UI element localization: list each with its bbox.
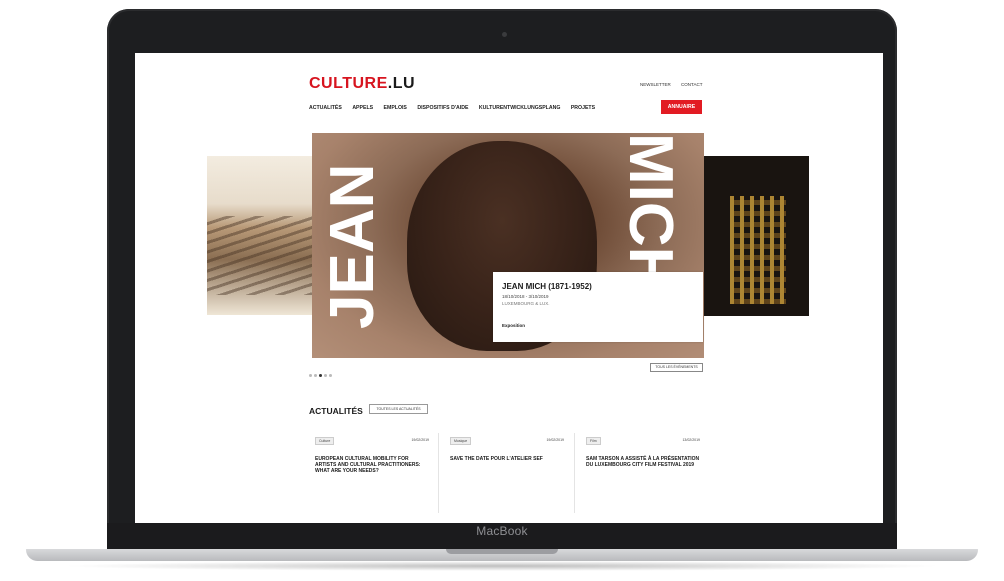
laptop-notch — [446, 549, 558, 554]
nav-item-emplois[interactable]: EMPLOIS — [384, 105, 407, 111]
audience-image — [207, 216, 313, 295]
card-divider — [574, 433, 575, 513]
textile-image — [730, 196, 786, 304]
top-links: NEWSLETTER CONTACT — [640, 82, 711, 87]
news-card[interactable]: Culture 19/02/2019 EUROPEAN CULTURAL MOB… — [309, 433, 435, 519]
slide-title: JEAN MICH (1871-1952) — [502, 282, 592, 291]
site-logo[interactable]: CULTURE.LU — [309, 75, 415, 93]
nav-item-actualites[interactable]: ACTUALITÉS — [309, 105, 342, 111]
news-category-badge: Film — [586, 437, 601, 445]
main-nav: ACTUALITÉS APPELS EMPLOIS DISPOSITIFS D'… — [309, 100, 702, 114]
carousel-dot[interactable] — [324, 374, 327, 377]
slide-dates: 18/10/2018 - 3/10/2019 — [502, 294, 549, 299]
news-card[interactable]: Film 13/02/2019 SAM TARSON A ASSISTÉ À L… — [580, 433, 706, 519]
slide-category: Exposition — [502, 323, 526, 328]
slide-place: LUXEMBOURG & LUX. — [502, 301, 550, 306]
annuaire-button[interactable]: ANNUAIRE — [661, 100, 702, 114]
nav-item-kep[interactable]: KULTURENTWICKLUNGSPLANG — [479, 105, 560, 111]
slide-next-image[interactable] — [704, 156, 809, 316]
carousel-dot[interactable] — [329, 374, 332, 377]
slide-headline-left: JEAN — [318, 163, 387, 329]
slide-caption-card[interactable]: JEAN MICH (1871-1952) 18/10/2018 - 3/10/… — [493, 272, 703, 342]
news-category-badge: Musique — [450, 437, 472, 445]
slide-previous-image[interactable] — [207, 156, 313, 315]
logo-part-1: CULTURE — [309, 75, 388, 92]
news-section-title: ACTUALITÉS — [309, 406, 363, 416]
all-news-button[interactable]: TOUTES LES ACTUALITÉS — [369, 404, 428, 414]
news-title: SAM TARSON A ASSISTÉ À LA PRÉSENTATION D… — [586, 456, 700, 468]
carousel-dot[interactable] — [309, 374, 312, 377]
news-title: EUROPEAN CULTURAL MOBILITY FOR ARTISTS A… — [315, 456, 421, 474]
carousel-dot[interactable] — [314, 374, 317, 377]
news-card[interactable]: Musique 19/02/2019 SAVE THE DATE POUR L'… — [444, 433, 570, 519]
news-date: 13/02/2019 — [682, 438, 700, 442]
card-divider — [438, 433, 439, 513]
laptop-shadow — [60, 561, 944, 571]
camera-icon — [502, 32, 507, 37]
news-date: 19/02/2019 — [411, 438, 429, 442]
nav-item-projets[interactable]: PROJETS — [571, 105, 595, 111]
website-screen: CULTURE.LU NEWSLETTER CONTACT ACTUALITÉS… — [135, 53, 883, 523]
news-date: 19/02/2019 — [546, 438, 564, 442]
carousel-dots — [309, 364, 334, 382]
news-title: SAVE THE DATE POUR L'ATELIER SEF — [450, 456, 543, 462]
logo-part-2: .LU — [387, 75, 416, 92]
news-category-badge: Culture — [315, 437, 335, 445]
contact-link[interactable]: CONTACT — [681, 82, 702, 87]
carousel-dot-active[interactable] — [319, 374, 322, 377]
device-brand: MacBook — [476, 524, 528, 538]
nav-item-appels[interactable]: APPELS — [352, 105, 373, 111]
newsletter-link[interactable]: NEWSLETTER — [640, 82, 671, 87]
all-events-button[interactable]: TOUS LES ÉVÉNEMENTS — [650, 363, 703, 372]
nav-item-dispositifs[interactable]: DISPOSITIFS D'AIDE — [417, 105, 468, 111]
